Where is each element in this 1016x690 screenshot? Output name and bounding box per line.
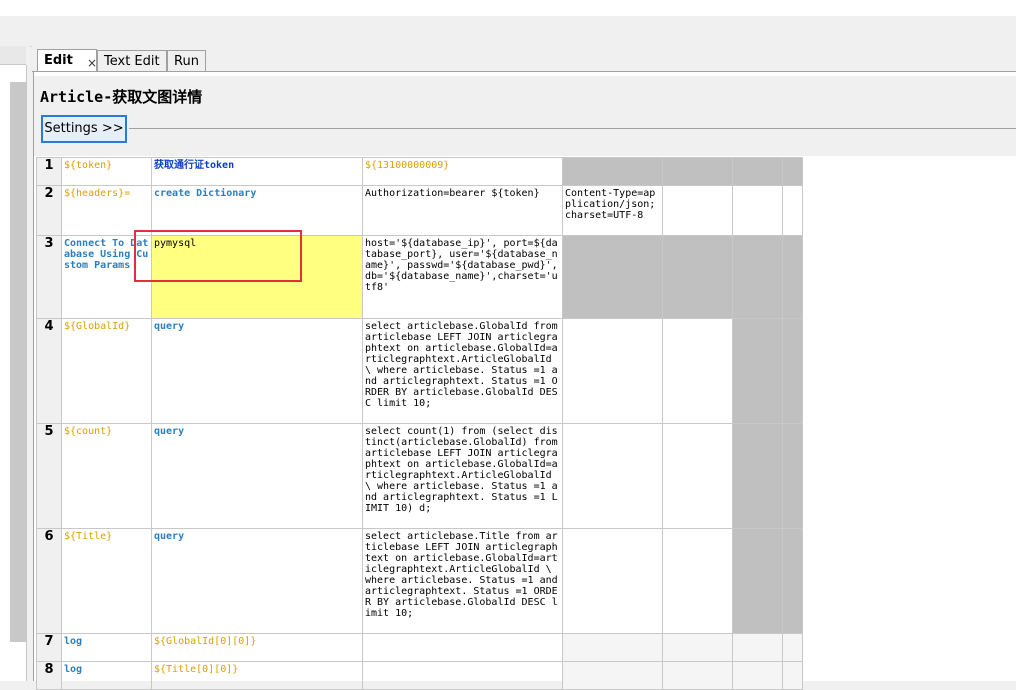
grid-cell[interactable] xyxy=(662,185,733,236)
grid-cell[interactable] xyxy=(562,157,663,186)
row-number[interactable]: 2 xyxy=(36,185,62,236)
grid-cell[interactable]: Content-Type=application/json;charset=UT… xyxy=(562,185,663,236)
grid-cell[interactable]: query xyxy=(151,318,363,424)
tab-bar: Edit × Text Edit Run xyxy=(32,46,1016,72)
grid-cell[interactable]: log xyxy=(61,633,152,662)
grid-cell[interactable] xyxy=(662,423,733,529)
editor-content: Article-获取文图详情 Settings >> 1 ${token} 获取… xyxy=(33,72,1016,690)
grid-cell[interactable]: ${GlobalId[0][0]} xyxy=(151,633,363,662)
tab-edit[interactable]: Edit × xyxy=(37,49,97,72)
table-row: 5 ${count} query select count(1) from (s… xyxy=(36,423,803,529)
grid-cell[interactable] xyxy=(662,235,733,319)
grid-cell[interactable]: host='${database_ip}', port=${database_p… xyxy=(362,235,563,319)
row-number[interactable]: 7 xyxy=(36,633,62,662)
grid-cell[interactable] xyxy=(732,423,783,529)
row-number[interactable]: 5 xyxy=(36,423,62,529)
highlight-annotation-box xyxy=(134,230,302,282)
grid-cell[interactable] xyxy=(732,528,783,634)
grid-cell[interactable]: ${headers}= xyxy=(61,185,152,236)
grid-cell[interactable]: ${Title[0][0]} xyxy=(151,661,363,690)
table-row: 7 log ${GlobalId[0][0]} xyxy=(36,633,803,662)
grid-cell[interactable]: ${GlobalId} xyxy=(61,318,152,424)
grid-cell[interactable] xyxy=(732,235,783,319)
row-number[interactable]: 6 xyxy=(36,528,62,634)
grid-cell[interactable] xyxy=(662,633,733,662)
table-row: 1 ${token} 获取通行证token ${13100000009} xyxy=(36,157,803,186)
table-row: 2 ${headers}= create Dictionary Authoriz… xyxy=(36,185,803,236)
row-number[interactable]: 1 xyxy=(36,157,62,186)
table-row: 6 ${Title} query select articlebase.Titl… xyxy=(36,528,803,634)
tree-panel-scrollbar[interactable] xyxy=(10,82,26,642)
grid-cell[interactable]: query xyxy=(151,528,363,634)
grid-cell[interactable] xyxy=(562,528,663,634)
tab-run-label: Run xyxy=(174,54,199,69)
settings-button[interactable]: Settings >> xyxy=(41,115,127,143)
grid-cell[interactable] xyxy=(662,157,733,186)
editor-header: Article-获取文图详情 Settings >> xyxy=(34,76,1016,156)
grid-cell[interactable]: 获取通行证token xyxy=(151,157,363,186)
grid-cell[interactable] xyxy=(562,661,663,690)
grid-cell[interactable] xyxy=(782,318,803,424)
grid-cell[interactable]: ${Title} xyxy=(61,528,152,634)
grid-cell[interactable]: ${13100000009} xyxy=(362,157,563,186)
row-number[interactable]: 3 xyxy=(36,235,62,319)
tab-text-edit-label: Text Edit xyxy=(104,54,160,69)
grid-cell[interactable] xyxy=(562,235,663,319)
page-title: Article-获取文图详情 xyxy=(40,88,203,106)
grid-cell[interactable] xyxy=(782,157,803,186)
grid-cell[interactable]: create Dictionary xyxy=(151,185,363,236)
grid-cell[interactable]: select articlebase.Title from articlebas… xyxy=(362,528,563,634)
grid-cell[interactable] xyxy=(362,661,563,690)
grid-cell[interactable] xyxy=(782,235,803,319)
row-number[interactable]: 4 xyxy=(36,318,62,424)
grid-cell[interactable]: ${token} xyxy=(61,157,152,186)
grid-cell[interactable] xyxy=(662,661,733,690)
grid-cell[interactable]: ${count} xyxy=(61,423,152,529)
grid-cell[interactable] xyxy=(782,423,803,529)
grid-cell[interactable] xyxy=(732,661,783,690)
grid-cell[interactable]: query xyxy=(151,423,363,529)
window-top-strip xyxy=(0,0,1016,16)
grid-cell[interactable] xyxy=(732,185,783,236)
table-row: 4 ${GlobalId} query select articlebase.G… xyxy=(36,318,803,424)
tab-edit-label: Edit xyxy=(44,53,73,68)
grid-cell[interactable] xyxy=(562,318,663,424)
grid-cell[interactable] xyxy=(662,318,733,424)
table-row: 8 log ${Title[0][0]} xyxy=(36,661,803,690)
grid-cell[interactable]: select count(1) from (select distinct(ar… xyxy=(362,423,563,529)
grid-cell[interactable] xyxy=(782,528,803,634)
grid-cell[interactable] xyxy=(562,633,663,662)
settings-divider xyxy=(129,128,1016,129)
grid-cell[interactable] xyxy=(782,185,803,236)
tree-panel-header xyxy=(0,46,26,65)
grid-cell[interactable]: log xyxy=(61,661,152,690)
tab-run[interactable]: Run xyxy=(167,50,206,71)
grid-cell[interactable] xyxy=(732,157,783,186)
grid-cell[interactable]: select articlebase.GlobalId from article… xyxy=(362,318,563,424)
tab-text-edit[interactable]: Text Edit xyxy=(97,50,167,71)
grid-cell[interactable] xyxy=(732,633,783,662)
grid-cell[interactable] xyxy=(782,661,803,690)
grid-cell[interactable] xyxy=(562,423,663,529)
grid-cell[interactable] xyxy=(662,528,733,634)
grid-cell[interactable]: Authorization=bearer ${token} xyxy=(362,185,563,236)
row-number[interactable]: 8 xyxy=(36,661,62,690)
grid-cell[interactable] xyxy=(732,318,783,424)
toolbar xyxy=(0,16,1016,47)
grid-cell[interactable] xyxy=(782,633,803,662)
grid-cell[interactable] xyxy=(362,633,563,662)
